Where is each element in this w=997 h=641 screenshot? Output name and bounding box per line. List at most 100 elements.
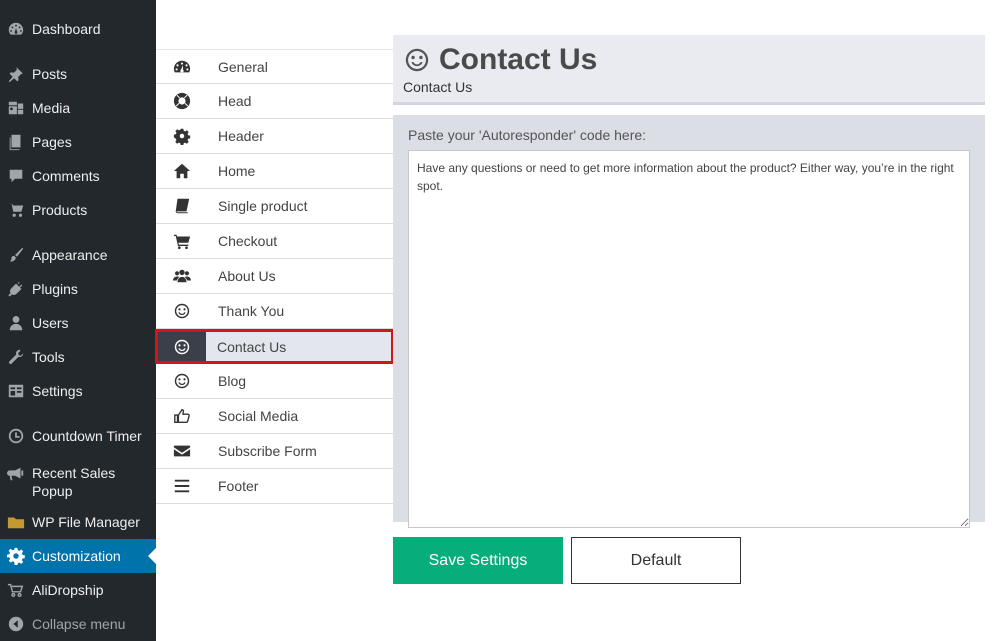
bars-icon — [156, 477, 207, 495]
cart-icon — [156, 232, 207, 250]
speedometer-icon — [156, 58, 207, 76]
wp-menu-label: Pages — [32, 134, 72, 150]
gear-icon — [0, 547, 32, 565]
action-buttons: Save Settings Default — [393, 537, 741, 584]
home-icon — [156, 162, 207, 180]
menu-item-header[interactable]: Header — [156, 119, 393, 154]
megaphone-icon — [0, 464, 32, 483]
menu-item-single-product[interactable]: Single product — [156, 189, 393, 224]
customization-menu: General Head Header Home Single product … — [155, 49, 394, 504]
media-icon — [0, 99, 32, 117]
wp-menu-plugins[interactable]: Plugins — [0, 272, 156, 306]
wp-menu-label: Recent Sales Popup — [32, 465, 116, 499]
smiley-icon — [156, 372, 207, 390]
smiley-icon — [156, 302, 207, 320]
menu-item-label: Home — [218, 163, 256, 179]
wp-menu-wp-file-manager[interactable]: WP File Manager — [0, 505, 156, 539]
menu-item-label: General — [218, 58, 268, 75]
pages-icon — [0, 133, 32, 151]
menu-item-blog[interactable]: Blog — [156, 364, 393, 399]
wp-menu-label: Appearance — [32, 247, 108, 263]
autoresponder-label: Paste your 'Autoresponder' code here: — [408, 127, 647, 143]
wrench-icon — [0, 348, 32, 366]
pin-icon — [0, 65, 32, 83]
menu-item-head[interactable]: Head — [156, 84, 393, 119]
wp-menu-comments[interactable]: Comments — [0, 159, 156, 193]
menu-item-subscribe-form[interactable]: Subscribe Form — [156, 434, 393, 469]
wp-menu-label: Collapse menu — [32, 616, 126, 632]
autoresponder-field-box: Paste your 'Autoresponder' code here: Ha… — [393, 115, 985, 528]
menu-item-label: Subscribe Form — [218, 443, 317, 459]
smiley-icon — [405, 48, 429, 72]
menu-item-label: Social Media — [218, 408, 299, 424]
menu-item-checkout[interactable]: Checkout — [156, 224, 393, 259]
wp-menu-label: Products — [32, 202, 88, 218]
thumbs-up-icon — [156, 407, 207, 425]
default-button[interactable]: Default — [571, 537, 741, 584]
autoresponder-textarea[interactable]: Have any questions or need to get more i… — [408, 150, 970, 528]
wp-menu-alidropship[interactable]: AliDropship — [0, 573, 156, 607]
plug-icon — [0, 280, 32, 298]
wp-menu-label: Comments — [32, 168, 100, 184]
settings-panel: Contact Us Contact Us Paste your 'Autore… — [393, 35, 985, 528]
menu-item-label: Single product — [218, 198, 308, 214]
save-settings-button[interactable]: Save Settings — [393, 537, 563, 584]
menu-item-home[interactable]: Home — [156, 154, 393, 189]
settings-icon — [0, 382, 32, 400]
wp-menu-posts[interactable]: Posts — [0, 57, 156, 91]
wp-menu-collapse[interactable]: Collapse menu — [0, 607, 156, 641]
wp-menu-label: Dashboard — [32, 21, 101, 37]
wp-menu-media[interactable]: Media — [0, 91, 156, 125]
wp-menu-dashboard[interactable]: Dashboard — [0, 12, 156, 46]
book-icon — [156, 197, 207, 215]
lifebuoy-icon — [156, 92, 207, 110]
menu-item-label: Head — [218, 93, 252, 109]
cart-icon — [0, 201, 32, 219]
clock-icon — [0, 427, 32, 445]
menu-item-label: Thank You — [218, 303, 285, 319]
wp-menu-label: Users — [32, 315, 69, 331]
menu-item-label: Contact Us — [217, 338, 287, 355]
page: Dashboard Posts Media Pages Comments Pro… — [0, 0, 997, 641]
collapse-icon — [0, 615, 32, 633]
smiley-icon — [158, 332, 206, 361]
page-subtitle: Contact Us — [403, 79, 473, 95]
wp-menu-countdown-timer[interactable]: Countdown Timer — [0, 419, 156, 453]
user-icon — [0, 314, 32, 332]
title-row: Contact Us — [403, 43, 975, 77]
wp-menu-customization[interactable]: Customization — [0, 539, 156, 573]
envelope-icon — [156, 442, 207, 460]
menu-item-footer[interactable]: Footer — [156, 469, 393, 504]
menu-item-label: Blog — [218, 373, 247, 389]
menu-item-thank-you[interactable]: Thank You — [156, 294, 393, 329]
wp-menu-tools[interactable]: Tools — [0, 340, 156, 374]
wp-menu-recent-sales-popup[interactable]: Recent Sales Popup — [0, 458, 156, 502]
menu-item-social-media[interactable]: Social Media — [156, 399, 393, 434]
menu-item-about-us[interactable]: About Us — [156, 259, 393, 294]
page-header: Contact Us Contact Us — [393, 35, 985, 105]
wp-menu-appearance[interactable]: Appearance — [0, 238, 156, 272]
dropship-cart-icon — [0, 581, 32, 599]
wp-menu-label: Countdown Timer — [32, 428, 142, 444]
wp-menu-label: Customization — [32, 548, 121, 564]
menu-item-label: Header — [218, 128, 264, 144]
wp-admin-sidebar: Dashboard Posts Media Pages Comments Pro… — [0, 0, 156, 641]
menu-item-label: Footer — [218, 478, 259, 494]
wp-menu-label: Settings — [32, 383, 83, 399]
menu-item-general[interactable]: General — [156, 49, 393, 84]
wp-menu-label: AliDropship — [32, 582, 104, 598]
wp-menu-settings[interactable]: Settings — [0, 374, 156, 408]
wp-menu-users[interactable]: Users — [0, 306, 156, 340]
menu-item-contact-us[interactable]: Contact Us — [155, 329, 394, 364]
wp-menu-products[interactable]: Products — [0, 193, 156, 227]
dashboard-icon — [0, 20, 32, 38]
page-title: Contact Us — [439, 43, 598, 76]
wp-menu-label: Posts — [32, 66, 68, 82]
wp-menu-label: Media — [32, 100, 71, 116]
wp-menu-pages[interactable]: Pages — [0, 125, 156, 159]
folder-icon — [0, 513, 32, 531]
comment-icon — [0, 167, 32, 185]
wp-menu-label: Plugins — [32, 281, 78, 297]
users-icon — [156, 267, 207, 285]
wp-menu-label: WP File Manager — [32, 514, 140, 530]
